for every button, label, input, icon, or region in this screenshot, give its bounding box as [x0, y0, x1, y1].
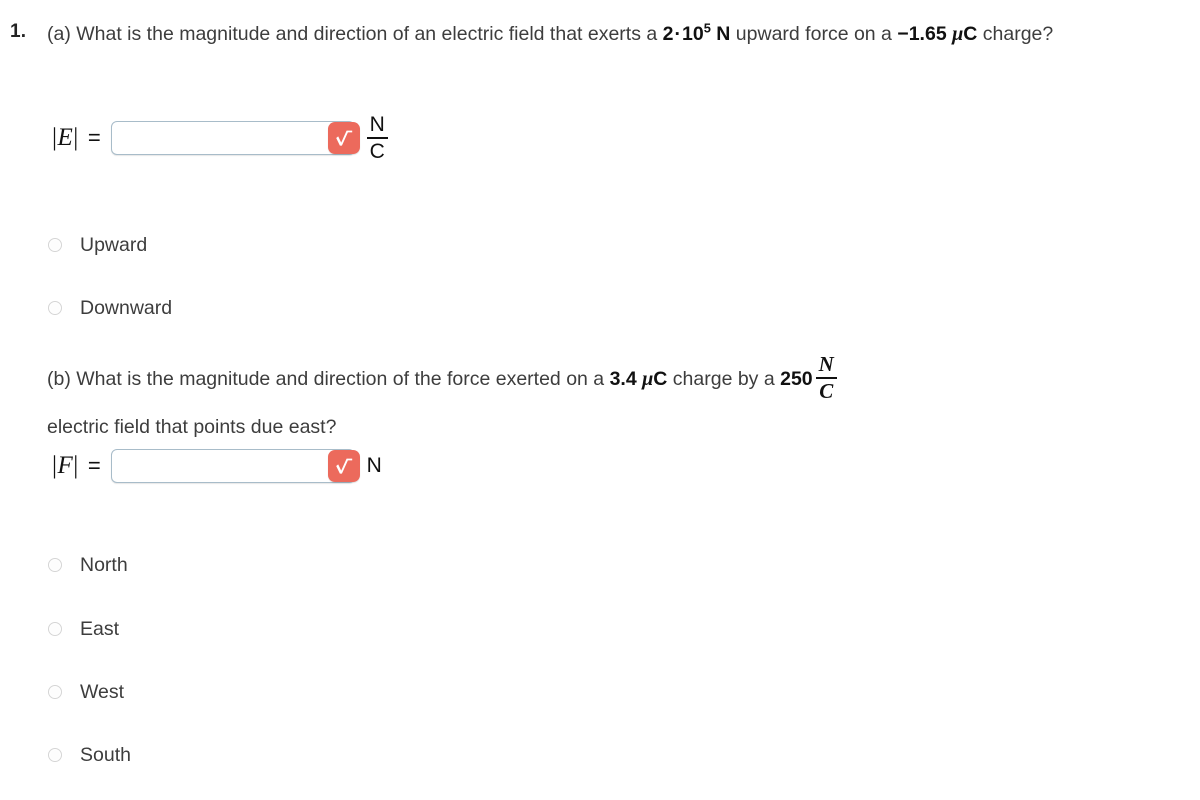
charge-unit: C — [653, 368, 668, 391]
part-a-force-quantity: 2·105 N — [662, 20, 731, 45]
option-label: Downward — [80, 296, 173, 319]
part-a-text-tail: charge? — [977, 23, 1054, 45]
part-b-charge-quantity: 3.4 μC — [610, 368, 668, 390]
force-coefficient: 2 — [662, 23, 674, 45]
multiplication-dot-icon: · — [674, 23, 682, 45]
part-a-text-middle: upward force on a — [730, 23, 898, 45]
part-a-charge-quantity: −1.65 μC — [897, 23, 977, 45]
radio-button-icon[interactable] — [48, 301, 62, 315]
field-unit: N C — [366, 113, 388, 163]
unit-fraction-newton-per-coulomb: N C — [366, 113, 388, 163]
unit-denominator: C — [369, 140, 385, 163]
option-east[interactable]: East — [48, 616, 119, 642]
radio-button-icon[interactable] — [48, 748, 62, 762]
fraction-bar — [366, 137, 388, 139]
charge-value: −1.65 — [897, 23, 947, 45]
option-label: East — [80, 617, 120, 640]
field-variable-label: |E| — [52, 124, 79, 152]
option-downward[interactable]: Downward — [48, 295, 172, 321]
force-input-wrapper — [110, 449, 360, 483]
force-answer-row: |F| = N — [52, 444, 382, 488]
radio-button-icon[interactable] — [48, 558, 62, 572]
option-upward[interactable]: Upward — [48, 232, 147, 258]
radio-button-icon[interactable] — [48, 238, 62, 252]
part-b-text-tail: electric field that points due east? — [47, 416, 337, 438]
field-equals-sign: = — [87, 125, 101, 150]
force-unit: N — [366, 454, 382, 477]
field-input-wrapper — [110, 121, 360, 155]
force-base: 10 — [682, 23, 704, 45]
part-b-question: (b) What is the magnitude and direction … — [47, 352, 1137, 450]
field-unit-fraction-newton-per-coulomb: NC — [815, 352, 837, 403]
force-exponent: 5 — [703, 20, 711, 36]
field-magnitude-input[interactable] — [110, 121, 355, 155]
part-a-text-lead: (a) What is the magnitude and direction … — [47, 23, 663, 45]
option-label: Upward — [80, 233, 148, 256]
part-b-text-lead: (b) What is the magnitude and direction … — [47, 368, 610, 391]
force-equals-sign: = — [87, 453, 101, 478]
problem-number: 1. — [10, 21, 27, 42]
option-label: West — [80, 680, 125, 703]
field-value: 250 — [780, 368, 813, 391]
unit-numerator: N — [369, 113, 385, 136]
option-north[interactable]: North — [48, 552, 128, 578]
option-south[interactable]: South — [48, 742, 131, 768]
unit-numerator: N — [818, 352, 834, 376]
part-a-question: (a) What is the magnitude and direction … — [47, 19, 1187, 49]
abs-bar-right: | — [73, 452, 79, 479]
radio-button-icon[interactable] — [48, 685, 62, 699]
option-label: South — [80, 743, 131, 766]
part-b-text-middle: charge by a — [667, 368, 781, 391]
micro-symbol: μ — [642, 368, 654, 391]
option-label: North — [80, 553, 128, 576]
force-variable-label: |F| — [52, 452, 79, 480]
field-variable-E: E — [57, 124, 74, 151]
abs-bar-right: | — [73, 124, 79, 151]
micro-symbol: μ — [952, 23, 964, 45]
square-root-icon-button[interactable] — [327, 122, 360, 154]
force-unit: N — [716, 23, 731, 45]
force-magnitude-input[interactable] — [110, 449, 355, 483]
option-west[interactable]: West — [48, 679, 124, 705]
unit-denominator: C — [819, 379, 834, 403]
charge-value: 3.4 — [609, 368, 637, 391]
part-b-field-quantity: 250 — [780, 368, 813, 390]
force-variable-F: F — [57, 452, 74, 479]
radio-button-icon[interactable] — [48, 622, 62, 636]
field-answer-row: |E| = N C — [52, 113, 388, 163]
charge-unit: C — [963, 23, 978, 45]
square-root-icon-button[interactable] — [327, 450, 360, 482]
